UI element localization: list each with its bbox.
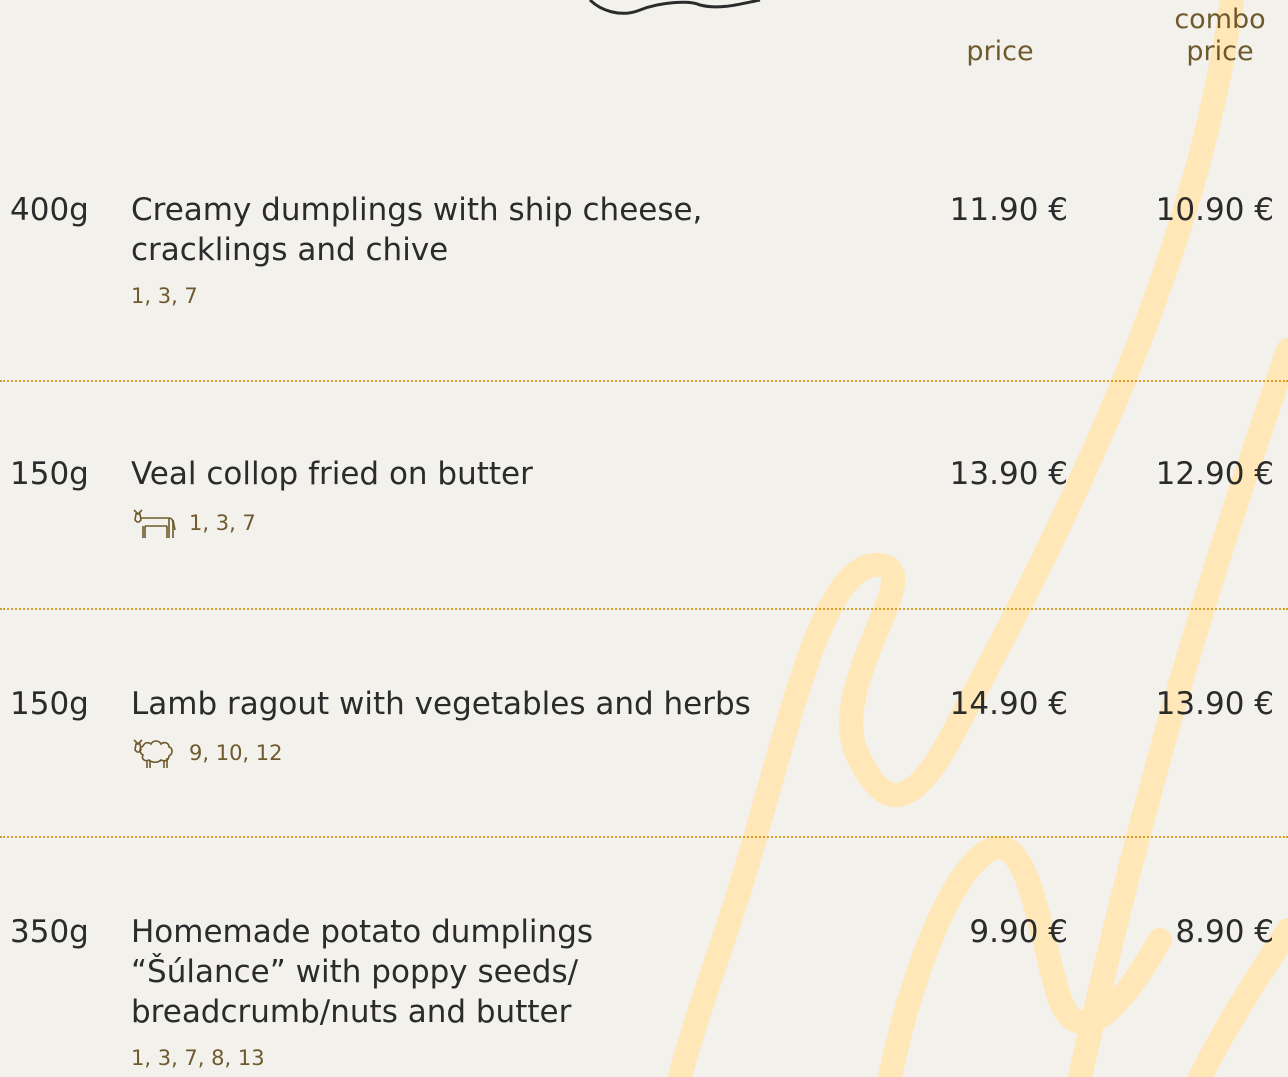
divider <box>0 836 1288 838</box>
allergen-codes: 9, 10, 12 <box>189 741 283 765</box>
combo-header-line1: combo <box>1174 4 1266 35</box>
cow-icon <box>131 506 177 540</box>
item-price: 13.90 € <box>949 456 1068 492</box>
sheep-icon <box>131 736 177 770</box>
allergen-codes: 1, 3, 7, 8, 13 <box>131 1046 265 1070</box>
item-combo-price: 13.90 € <box>1155 686 1274 722</box>
item-weight: 350g <box>10 914 89 950</box>
item-weight: 150g <box>10 686 89 722</box>
item-allergens: 9, 10, 12 <box>131 736 283 770</box>
item-combo-price: 12.90 € <box>1155 456 1274 492</box>
item-name: Lamb ragout with vegetables and herbs <box>131 686 751 722</box>
item-weight: 400g <box>10 192 89 228</box>
item-price: 9.90 € <box>969 914 1068 950</box>
item-allergens: 1, 3, 7, 8, 13 <box>131 1046 265 1070</box>
item-price: 14.90 € <box>949 686 1068 722</box>
item-name: Creamy dumplings with ship cheese, crack… <box>131 192 703 268</box>
allergen-codes: 1, 3, 7 <box>131 284 198 308</box>
item-price: 11.90 € <box>949 192 1068 228</box>
price-column-header: price <box>966 36 1034 67</box>
divider <box>0 380 1288 382</box>
item-allergens: 1, 3, 7 <box>131 506 256 540</box>
divider <box>0 608 1288 610</box>
item-weight: 150g <box>10 456 89 492</box>
combo-price-column-header: combo price <box>1160 4 1280 68</box>
item-name: Homemade potato dumplings “Šúlance” with… <box>131 914 594 1030</box>
allergen-codes: 1, 3, 7 <box>189 511 256 535</box>
combo-header-line2: price <box>1186 36 1254 67</box>
item-combo-price: 10.90 € <box>1155 192 1274 228</box>
item-combo-price: 8.90 € <box>1175 914 1274 950</box>
item-name: Veal collop fried on butter <box>131 456 533 492</box>
item-allergens: 1, 3, 7 <box>131 284 198 308</box>
